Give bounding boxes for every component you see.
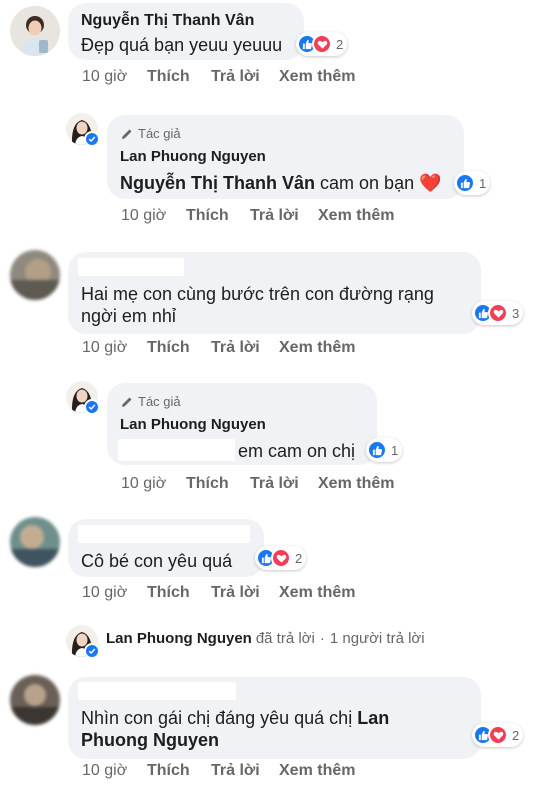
redacted-author-name xyxy=(78,525,250,543)
mention-link[interactable]: Lan xyxy=(357,708,389,728)
redacted-author-name xyxy=(78,682,236,700)
comment-time[interactable]: 10 giờ xyxy=(82,68,147,86)
author-badge-label: Tác giả xyxy=(138,394,181,409)
comment-time[interactable]: 10 giờ xyxy=(121,207,186,225)
comment-author[interactable]: Lan Phuong Nguyen xyxy=(120,416,266,433)
comment-time[interactable]: 10 giờ xyxy=(121,475,186,493)
comment-time[interactable]: 10 giờ xyxy=(82,762,147,780)
like-link[interactable]: Thích xyxy=(147,762,211,780)
like-icon xyxy=(455,173,475,193)
comment-text-line2: ngời em nhỉ xyxy=(81,306,176,326)
avatar-photo xyxy=(10,517,60,567)
reaction-summary[interactable]: 2 xyxy=(472,723,524,747)
verified-badge-icon xyxy=(84,643,100,659)
reply-count: 1 người trả lời xyxy=(329,630,425,647)
mention-link[interactable]: Nguyễn Thị Thanh Vân xyxy=(120,173,315,193)
reply-bubble: Tác giả Lan Phuong Nguyen Nguyễn Thị Tha… xyxy=(107,115,464,199)
comment-text-line: Nguyễn Thị Thanh Vân cam on bạn ❤️ xyxy=(120,170,442,196)
redacted-author-name xyxy=(78,258,184,276)
commenter-avatar[interactable] xyxy=(10,517,60,567)
reply-separator: · xyxy=(319,630,325,647)
comment-text: Cô bé con yêu quá xyxy=(81,551,233,571)
avatar-photo xyxy=(10,250,60,300)
reply-link[interactable]: Trả lời xyxy=(211,68,279,86)
reply-link[interactable]: Trả lời xyxy=(250,475,318,493)
reaction-summary[interactable]: 3 xyxy=(472,301,524,325)
mention-link-continued[interactable]: Phuong Nguyen xyxy=(81,727,219,753)
reply-link[interactable]: Trả lời xyxy=(211,762,279,780)
comment-bubble: Nguyễn Thị Thanh Vân Đẹp quá bạn yeuu ye… xyxy=(68,3,304,60)
heart-emoji: ❤️ xyxy=(419,173,442,193)
comment-actions: 10 giờ Thích Trả lời Xem thêm xyxy=(82,339,355,357)
comment-bubble: Cô bé con yêu quá xyxy=(68,519,264,577)
comment-actions: 10 giờ Thích Trả lời Xem thêm xyxy=(121,207,394,225)
reply-link[interactable]: Trả lời xyxy=(211,584,279,602)
comment-actions: 10 giờ Thích Trả lời Xem thêm xyxy=(82,68,355,86)
comment-author[interactable]: Lan Phuong Nguyen xyxy=(120,148,266,165)
reply-bubble: Tác giả Lan Phuong Nguyen em cam on chị xyxy=(107,383,377,465)
reaction-summary[interactable]: 2 xyxy=(296,32,348,56)
comment-text: cam on bạn xyxy=(320,173,415,193)
comment-bubble: Nhìn con gái chị đáng yêu quá chị Lan Ph… xyxy=(68,677,481,759)
avatar-photo xyxy=(10,675,60,725)
comment-text: em cam on chị xyxy=(238,441,356,461)
like-link[interactable]: Thích xyxy=(147,584,211,602)
reaction-count: 1 xyxy=(391,442,399,458)
commenter-avatar[interactable] xyxy=(10,675,60,725)
reaction-summary[interactable]: 1 xyxy=(454,171,491,195)
like-link[interactable]: Thích xyxy=(186,207,250,225)
like-link[interactable]: Thích xyxy=(147,68,211,86)
commenter-avatar[interactable] xyxy=(10,6,60,56)
see-more-link[interactable]: Xem thêm xyxy=(279,339,355,357)
see-more-link[interactable]: Xem thêm xyxy=(279,68,355,86)
reaction-summary[interactable]: 1 xyxy=(366,438,403,462)
comment-bubble: Hai mẹ con cùng bước trên con đường rạng… xyxy=(68,252,481,334)
comment-actions: 10 giờ Thích Trả lời Xem thêm xyxy=(121,475,394,493)
avatar-photo xyxy=(10,6,60,56)
reaction-summary[interactable]: 2 xyxy=(255,546,307,570)
like-icon xyxy=(367,440,387,460)
comment-text: Đẹp quá bạn yeuu yeuuu xyxy=(81,35,283,55)
reply-link[interactable]: Trả lời xyxy=(211,339,279,357)
reaction-count: 3 xyxy=(512,305,520,321)
see-more-link[interactable]: Xem thêm xyxy=(279,584,355,602)
comment-time[interactable]: 10 giờ xyxy=(82,339,147,357)
see-more-link[interactable]: Xem thêm xyxy=(279,762,355,780)
see-more-link[interactable]: Xem thêm xyxy=(318,475,394,493)
commenter-avatar[interactable] xyxy=(10,250,60,300)
verified-badge-icon xyxy=(84,131,100,147)
reaction-count: 2 xyxy=(512,727,520,743)
love-icon xyxy=(488,725,508,745)
view-replies-link[interactable]: Lan Phuong Nguyen đã trả lời · 1 người t… xyxy=(106,630,425,647)
reply-author: Lan Phuong Nguyen xyxy=(106,630,252,647)
author-badge-label: Tác giả xyxy=(138,126,181,141)
like-link[interactable]: Thích xyxy=(147,339,211,357)
comment-time[interactable]: 10 giờ xyxy=(82,584,147,602)
like-link[interactable]: Thích xyxy=(186,475,250,493)
pencil-icon xyxy=(122,129,132,139)
love-icon xyxy=(271,548,291,568)
comment-author[interactable]: Nguyễn Thị Thanh Vân xyxy=(81,12,254,30)
reaction-count: 2 xyxy=(295,550,303,566)
reaction-count: 1 xyxy=(479,175,487,191)
comment-actions: 10 giờ Thích Trả lời Xem thêm xyxy=(82,584,355,602)
author-badge: Tác giả xyxy=(120,126,181,141)
reply-action: đã trả lời xyxy=(255,630,315,647)
pencil-icon xyxy=(122,397,132,407)
love-icon xyxy=(312,34,332,54)
comment-actions: 10 giờ Thích Trả lời Xem thêm xyxy=(82,762,355,780)
see-more-link[interactable]: Xem thêm xyxy=(318,207,394,225)
comment-text: Nhìn con gái chị đáng yêu quá chị xyxy=(81,708,353,728)
author-badge: Tác giả xyxy=(120,394,181,409)
verified-badge-icon xyxy=(84,399,100,415)
reply-link[interactable]: Trả lời xyxy=(250,207,318,225)
love-icon xyxy=(488,303,508,323)
reaction-count: 2 xyxy=(336,36,344,52)
redacted-mention xyxy=(118,439,235,461)
